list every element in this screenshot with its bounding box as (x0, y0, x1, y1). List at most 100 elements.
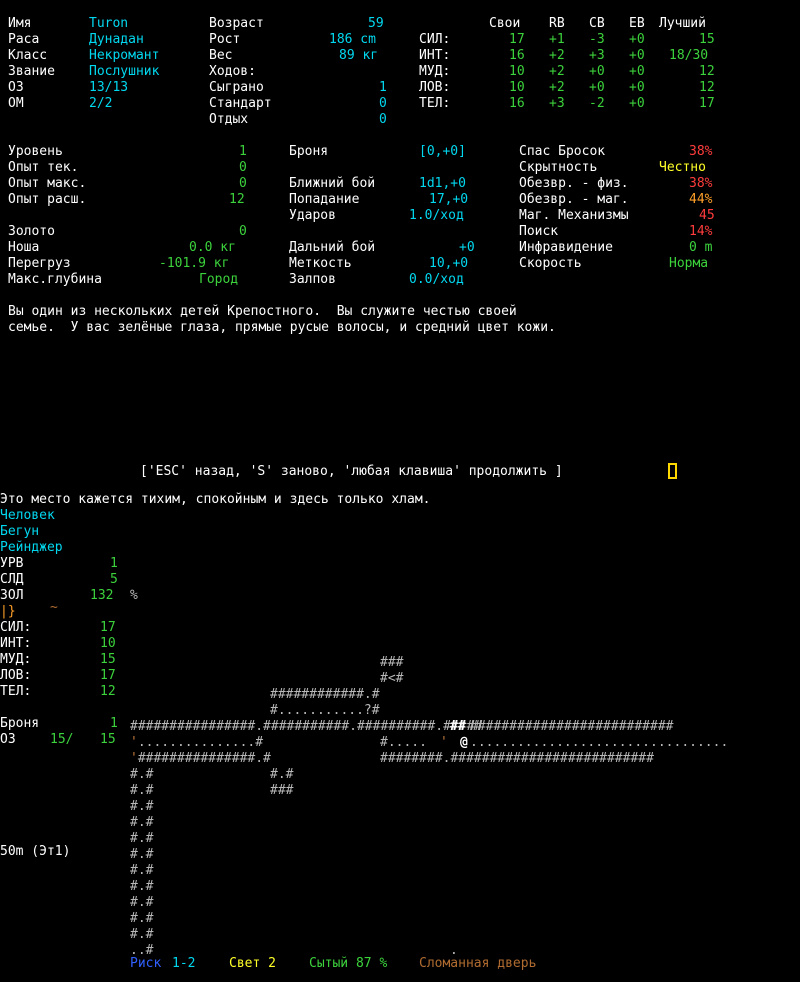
sidebar-int-label: ИНТ: (0, 636, 32, 651)
stat-label: ЛОВ: (419, 80, 451, 95)
risk-label: Риск (130, 956, 162, 971)
exp-cur-value: 0 (239, 160, 247, 175)
sidebar-hp: 15/ (50, 732, 74, 747)
hp-value: 13/13 (89, 80, 129, 95)
stat-rb: +2 (549, 48, 565, 63)
sidebar-race: Человек (0, 508, 55, 523)
stats-header-cb: CB (589, 16, 605, 31)
stats-header-best: Лучший (659, 16, 706, 31)
tohit-value: 17,+0 (429, 192, 469, 207)
stats-header-own: Свои (489, 16, 521, 31)
sidebar-next: 5 (110, 572, 118, 587)
sidebar-gold: 132 (90, 588, 114, 603)
speed-label: Скорость (519, 256, 582, 271)
sidebar-int: 10 (100, 636, 116, 651)
stat-best: 12 (699, 64, 715, 79)
devices-label: Маг. Механизмы (519, 208, 629, 223)
equipment-glyphs: |} (0, 604, 16, 619)
sidebar-gold-label: ЗОЛ (0, 588, 24, 603)
blows-label: Ударов (289, 208, 336, 223)
search-value: 14% (689, 224, 713, 239)
stat-label: ТЕЛ: (419, 96, 451, 111)
stat-rb: +1 (549, 32, 565, 47)
stat-own: 10 (509, 80, 525, 95)
save-value: 38% (689, 144, 713, 159)
class-value: Некромант (89, 48, 160, 63)
accuracy-label: Меткость (289, 256, 352, 271)
disarm-mag-label: Обезвр. - маг. (519, 192, 629, 207)
sidebar-lvl: 1 (110, 556, 118, 571)
sidebar-gold-extra: % (130, 588, 138, 603)
burden-value: 0.0 кг (189, 240, 236, 255)
sidebar-armor: 1 (110, 716, 118, 731)
exp-cur-label: Опыт тек. (8, 160, 79, 175)
continue-prompt[interactable]: ['ESC' назад, 'S' заново, 'любая клавиша… (140, 464, 563, 480)
sidebar-lvl-label: УРВ (0, 556, 24, 571)
terrain-status: Сломанная дверь (419, 956, 537, 971)
level-value: 1 (239, 144, 247, 159)
hp-label: ОЗ (8, 80, 24, 95)
blows-value: 1.0/ход (409, 208, 464, 223)
stat-rb: +3 (549, 96, 565, 111)
stat-best: 15 (699, 32, 715, 47)
stat-rb: +2 (549, 80, 565, 95)
stat-eb: +0 (629, 48, 645, 63)
shots-label: Залпов (289, 272, 336, 287)
height-label: Рост (209, 32, 241, 47)
armor-label: Броня (289, 144, 329, 159)
sidebar-dex-label: ЛОВ: (0, 668, 32, 683)
sidebar-hp-label: ОЗ (0, 732, 16, 747)
exp-max-label: Опыт макс. (8, 176, 87, 191)
history-line: Вы один из нескольких детей Крепостного.… (8, 304, 517, 319)
level-label: Уровень (8, 144, 63, 159)
infra-value: 0 m (689, 240, 713, 255)
sidebar-wis-label: МУД: (0, 652, 32, 667)
rest-label: Отдых (209, 112, 249, 127)
played-value: 1 (379, 80, 387, 95)
stat-label: ИНТ: (419, 48, 451, 63)
stats-header-rb: RB (549, 16, 565, 31)
stat-cb: +0 (589, 64, 605, 79)
sidebar-wis: 15 (100, 652, 116, 667)
stat-eb: +0 (629, 64, 645, 79)
stat-own: 17 (509, 32, 525, 47)
maxdepth-value: Город (199, 272, 239, 287)
stat-best: 12 (699, 80, 715, 95)
shoot-label: Дальний бой (289, 240, 376, 255)
stat-own: 16 (509, 48, 525, 63)
race-label: Раса (8, 32, 40, 47)
stat-eb: +0 (629, 80, 645, 95)
stealth-value: Честно (659, 160, 706, 175)
gold-value: 0 (239, 224, 247, 239)
sidebar-next-label: СЛД (0, 572, 24, 587)
shots-value: 0.0/ход (409, 272, 464, 287)
stat-eb: +0 (629, 32, 645, 47)
stat-eb: +0 (629, 96, 645, 111)
standard-label: Стандарт (209, 96, 272, 111)
sidebar-con: 12 (100, 684, 116, 699)
stat-own: 10 (509, 64, 525, 79)
message-line: Это место кажется тихим, спокойным и зде… (0, 492, 431, 507)
sp-label: ОМ (8, 96, 24, 111)
race-value: Дунадан (89, 32, 144, 47)
sidebar-dex: 17 (100, 668, 116, 683)
class-label: Класс (8, 48, 48, 63)
history-line: семье. У вас зелёные глаза, прямые русые… (8, 320, 556, 335)
title-value: Послушник (89, 64, 160, 79)
depth-indicator: 50m (Эт1) (0, 844, 71, 859)
sidebar-str-label: СИЛ: (0, 620, 32, 635)
weight-value: 89 кг (339, 48, 379, 63)
save-label: Спас Бросок (519, 144, 606, 159)
title-label: Звание (8, 64, 55, 79)
search-label: Поиск (519, 224, 559, 239)
stat-cb: +3 (589, 48, 605, 63)
stats-header-eb: EB (629, 16, 645, 31)
gold-label: Золото (8, 224, 55, 239)
sidebar-title: Рейнджер (0, 540, 63, 555)
risk-value: 1-2 (172, 956, 196, 971)
shoot-value: +0 (459, 240, 475, 255)
speed-value: Норма (669, 256, 709, 271)
height-value: 186 cm (329, 32, 376, 47)
disarm-phys-value: 38% (689, 176, 713, 191)
stat-rb: +2 (549, 64, 565, 79)
